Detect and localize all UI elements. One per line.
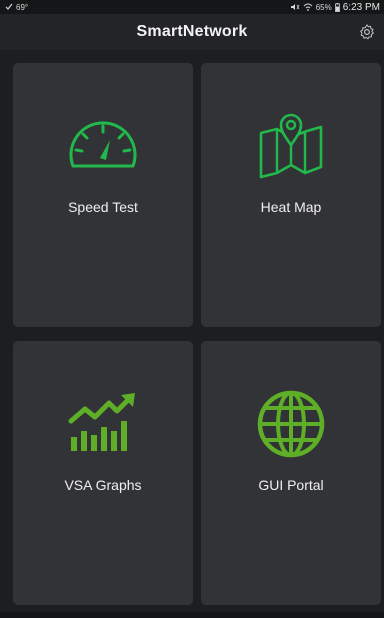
gear-icon[interactable] bbox=[358, 23, 376, 41]
clock-time: 6:23 PM bbox=[342, 1, 380, 13]
battery-icon bbox=[334, 2, 340, 12]
speedometer-icon bbox=[58, 101, 148, 191]
battery-percent: 65% bbox=[315, 2, 332, 12]
bottom-edge bbox=[0, 612, 384, 618]
wifi-icon bbox=[303, 3, 313, 11]
map-pin-icon bbox=[246, 101, 336, 191]
speed-test-tile[interactable]: Speed Test bbox=[13, 63, 193, 327]
vsa-graphs-tile[interactable]: VSA Graphs bbox=[13, 341, 193, 605]
tile-label: VSA Graphs bbox=[64, 477, 142, 493]
tile-label: Speed Test bbox=[68, 199, 138, 215]
page-title: SmartNetwork bbox=[136, 23, 248, 40]
bar-chart-trend-icon bbox=[58, 379, 148, 469]
globe-icon bbox=[246, 379, 336, 469]
check-icon bbox=[5, 3, 13, 10]
tile-label: GUI Portal bbox=[258, 477, 324, 493]
gui-portal-tile[interactable]: GUI Portal bbox=[201, 341, 381, 605]
temperature-text: 69° bbox=[16, 2, 29, 12]
tile-label: Heat Map bbox=[260, 199, 322, 215]
app-bar: SmartNetwork bbox=[0, 14, 384, 50]
heat-map-tile[interactable]: Heat Map bbox=[201, 63, 381, 327]
status-bar: 69° 65% 6:23 PM bbox=[0, 0, 384, 14]
app-screen: 69° 65% 6:23 PM SmartNetwork Speed Test … bbox=[0, 0, 384, 618]
mute-icon bbox=[290, 4, 300, 10]
